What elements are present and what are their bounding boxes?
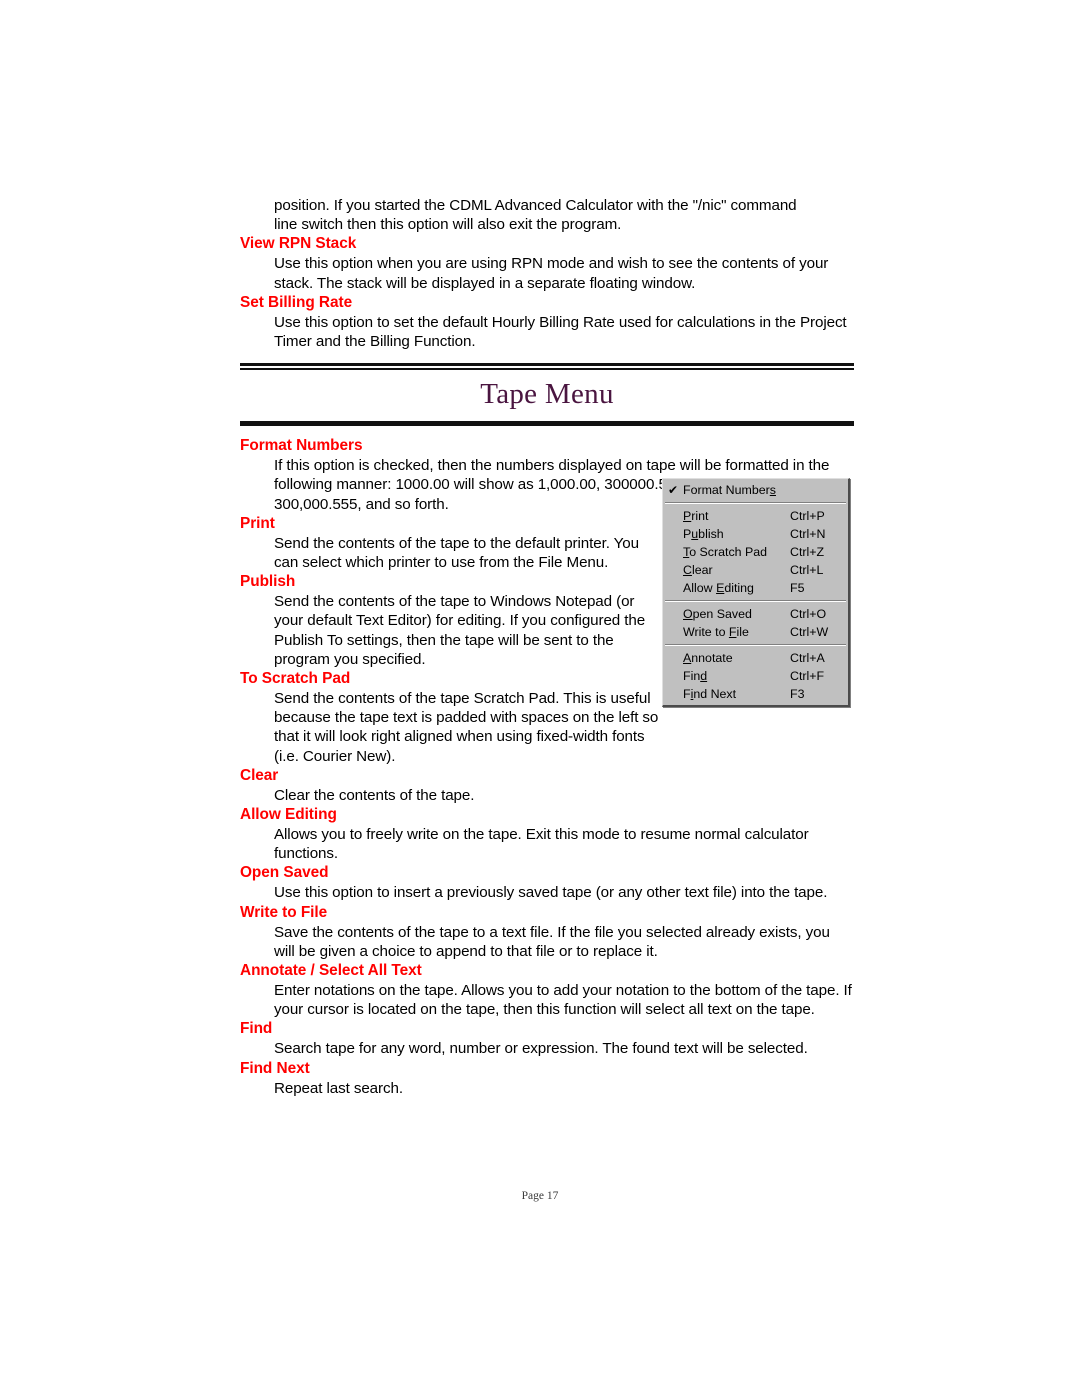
menu-item-accelerator: F3 [790,687,805,701]
section-heading: Open Saved [240,864,329,882]
checkmark-icon: ✔ [667,483,679,497]
menu-item-print[interactable]: Print Ctrl+P [663,507,848,525]
section-set-billing-rate: Set Billing Rate Use this option to set … [240,293,854,351]
section-heading: Write to File [240,903,328,921]
section-heading: Set Billing Rate [240,293,353,311]
page-number: Page 17 [521,1190,559,1202]
section-find-next: Find Next Repeat last search. [240,1059,854,1098]
menu-item-label: Find [683,669,708,683]
section-allow-editing: Allow Editing Allows you to freely write… [240,805,854,863]
intro-line-2: line switch then this option will also e… [274,216,622,234]
menu-item-label: Find Next [683,687,737,701]
section-annotate-select-all-text: Annotate / Select All Text Enter notatio… [240,961,854,1019]
menu-item-accelerator: Ctrl+F [790,669,825,683]
section-body: Repeat last search. [274,1079,403,1097]
menu-item-label: To Scratch Pad [683,545,768,559]
menu-item-write-to-file[interactable]: Write to File Ctrl+W [663,623,848,641]
section-heading: Annotate / Select All Text [240,962,422,980]
menu-item-accelerator: F5 [790,581,805,595]
menu-item-clear[interactable]: Clear Ctrl+L [663,561,848,579]
menu-item-allow-editing[interactable]: Allow Editing F5 [663,579,848,597]
page-title: Tape Menu [480,378,614,411]
menu-item-accelerator: Ctrl+L [790,563,824,577]
menu-item-label: Clear [683,563,713,577]
section-heading: Allow Editing [240,806,337,824]
intro-paragraph: position. If you started the CDML Advanc… [240,196,854,234]
menu-item-label: Print [683,509,709,523]
menu-item-label: Open Saved [683,607,752,621]
menu-item-label: Allow Editing [683,581,754,595]
section-body: Save the contents of the tape to a text … [274,923,830,960]
section-find: Find Search tape for any word, number or… [240,1019,854,1058]
menu-item-accelerator: Ctrl+N [790,527,826,541]
section-open-saved: Open Saved Use this option to insert a p… [240,863,854,902]
menu-item-annotate[interactable]: Annotate Ctrl+A [663,649,848,667]
menu-item-label: Publish [683,527,724,541]
menu-item-accelerator: Ctrl+A [790,651,825,665]
section-body: Use this option when you are using RPN m… [274,255,829,292]
section-heading: Find Next [240,1059,310,1077]
menu-item-accelerator: Ctrl+P [790,509,825,523]
menu-item-accelerator: Ctrl+Z [790,545,825,559]
section-clear: Clear Clear the contents of the tape. [240,766,854,805]
section-view-rpn-stack: View RPN Stack Use this option when you … [240,234,854,292]
section-body: Send the contents of the tape to Windows… [274,593,646,668]
section-body: Search tape for any word, number or expr… [274,1040,808,1058]
menu-item-label: Annotate [683,651,733,665]
section-heading: Clear [240,766,279,784]
menu-item-find[interactable]: Find Ctrl+F [663,667,848,685]
menu-item-to-scratch-pad[interactable]: To Scratch Pad Ctrl+Z [663,543,848,561]
menu-item-accelerator: Ctrl+W [790,625,829,639]
menu-item-format-numbers[interactable]: ✔ Format Numbers [663,481,848,499]
chapter-title-band: Tape Menu [240,363,854,427]
section-body: Enter notations on the tape. Allows you … [274,982,852,1019]
menu-item-open-saved[interactable]: Open Saved Ctrl+O [663,605,848,623]
title-rule-bottom [240,421,854,427]
section-heading: Find [240,1020,273,1038]
section-body: Send the contents of the tape to the def… [274,534,639,572]
menu-item-find-next[interactable]: Find Next F3 [663,685,848,703]
section-body: Send the contents of the tape Scratch Pa… [274,690,659,765]
section-write-to-file: Write to File Save the contents of the t… [240,903,854,961]
menu-item-accelerator: Ctrl+O [790,607,827,621]
section-heading: Format Numbers [240,437,363,455]
menu-separator [665,502,846,504]
section-heading: View RPN Stack [240,235,357,253]
section-body: Use this option to set the default Hourl… [274,313,847,351]
menu-separator [665,600,846,602]
section-body: Use this option to insert a previously s… [274,884,828,902]
menu-separator [665,644,846,646]
menu-item-label: Write to File [683,625,749,639]
tape-menu-screenshot[interactable]: ✔ Format Numbers Print Ctrl+P Publish Ctrl+N T… [662,478,850,707]
intro-line-1: position. If you started the CDML Advanc… [274,197,797,214]
section-body: Allows you to freely write on the tape. … [274,826,809,863]
menu-item-publish[interactable]: Publish Ctrl+N [663,525,848,543]
menu-item-label: Format Numbers [683,483,776,497]
section-body: Clear the contents of the tape. [274,786,475,804]
